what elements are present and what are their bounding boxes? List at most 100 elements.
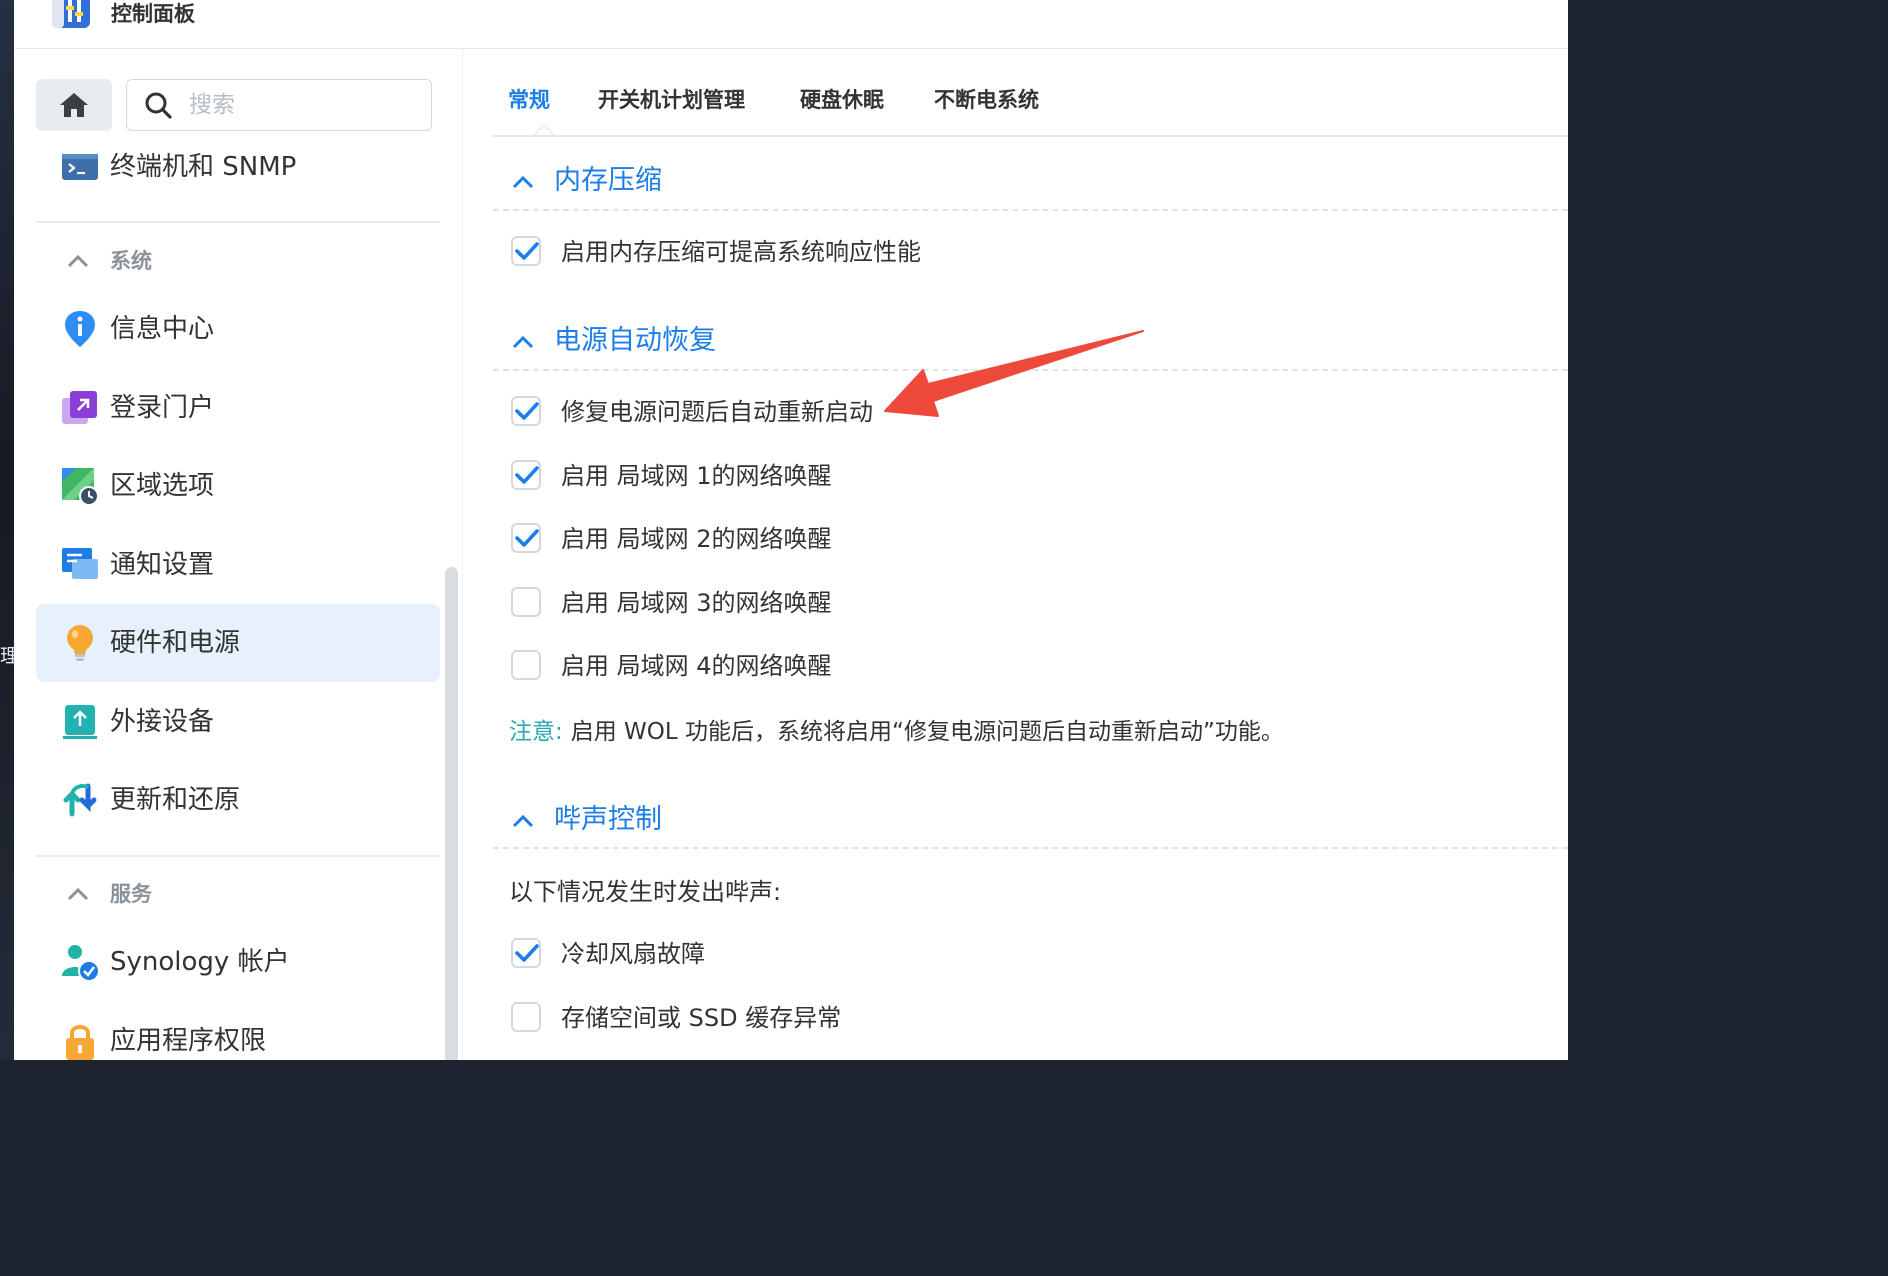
sidebar-scrollbar[interactable] — [445, 567, 458, 1060]
checkbox-checked[interactable] — [511, 396, 541, 426]
option-label: 存储空间或 SSD 缓存异常 — [561, 1004, 842, 1032]
sidebar-divider — [36, 855, 440, 857]
sidebar-item-notification[interactable]: 通知设置 — [36, 526, 440, 604]
option-wol-lan1[interactable]: 启用 局域网 1的网络唤醒 — [509, 457, 1409, 497]
sidebar-item-label: 外接设备 — [110, 707, 215, 737]
sidebar-item-hardware-power[interactable]: 硬件和电源 — [36, 604, 440, 682]
sidebar-item-info-center[interactable]: 信息中心 — [36, 290, 440, 368]
section-label: 系统 — [110, 249, 152, 273]
tab-general[interactable]: 常规 — [508, 85, 550, 115]
control-panel-icon — [52, 0, 90, 28]
sidebar-item-regional-options[interactable]: 区域选项 — [36, 447, 440, 525]
sidebar-item-external-devices[interactable]: 外接设备 — [36, 683, 440, 761]
option-label: 启用 局域网 4的网络唤醒 — [561, 652, 832, 680]
group-separator — [493, 847, 1568, 849]
group-header-beep-control[interactable]: 哔声控制 — [493, 798, 1568, 842]
synology-account-icon — [62, 945, 100, 982]
search-icon — [145, 92, 172, 119]
screen: 理 控制面板 搜索 终端机和 SNMP 系统 信息中心 登录门户 区域选项 通知… — [0, 0, 1568, 1060]
checkbox-checked[interactable] — [511, 460, 541, 490]
search-input[interactable] — [187, 88, 421, 122]
section-header-system[interactable]: 系统 — [36, 239, 440, 283]
sidebar-item-label: 信息中心 — [110, 314, 215, 344]
section-header-services[interactable]: 服务 — [36, 872, 440, 916]
chevron-up-icon — [512, 175, 534, 189]
option-label: 启用内存压缩可提高系统响应性能 — [561, 238, 921, 266]
beep-intro-text: 以下情况发生时发出哔声: — [509, 878, 782, 906]
sidebar-item-app-privileges[interactable]: 应用程序权限 — [36, 1002, 440, 1060]
chevron-up-icon — [512, 814, 534, 828]
checkbox-checked[interactable] — [511, 938, 541, 968]
wol-note: 注意: 启用 WOL 功能后，系统将启用“修复电源问题后自动重新启动”功能。 — [509, 713, 1284, 751]
sidebar-item-synology-account[interactable]: Synology 帐户 — [36, 923, 440, 1001]
option-fan-failure[interactable]: 冷却风扇故障 — [509, 935, 1409, 975]
tab-hdd-hibernation[interactable]: 硬盘休眠 — [800, 85, 884, 115]
sidebar-item-terminal-snmp[interactable]: 终端机和 SNMP — [36, 128, 440, 206]
sidebar-item-label: 登录门户 — [110, 393, 215, 423]
notification-icon — [62, 548, 98, 579]
chevron-up-icon — [67, 254, 89, 268]
sidebar-item-label: 硬件和电源 — [110, 628, 241, 658]
active-tab-indicator — [533, 124, 555, 135]
sidebar-item-login-portal[interactable]: 登录门户 — [36, 369, 440, 447]
option-wol-lan3[interactable]: 启用 局域网 3的网络唤醒 — [509, 584, 1409, 624]
checkmark-icon — [515, 944, 539, 962]
home-icon — [60, 93, 88, 117]
group-title: 哔声控制 — [554, 804, 662, 835]
external-devices-icon — [63, 705, 97, 739]
checkbox-checked[interactable] — [511, 236, 541, 266]
checkbox-unchecked[interactable] — [511, 650, 541, 680]
checkbox-unchecked[interactable] — [511, 587, 541, 617]
note-label: 注意: — [509, 719, 563, 745]
option-wol-lan2[interactable]: 启用 局域网 2的网络唤醒 — [509, 520, 1409, 560]
sidebar-item-label: 更新和还原 — [110, 785, 241, 815]
lightbulb-icon — [67, 625, 93, 661]
checkbox-checked[interactable] — [511, 523, 541, 553]
group-separator — [493, 209, 1568, 211]
sidebar-item-label: Synology 帐户 — [110, 947, 290, 977]
checkbox-unchecked[interactable] — [511, 1002, 541, 1032]
option-label: 修复电源问题后自动重新启动 — [561, 398, 873, 426]
tab-ups[interactable]: 不断电系统 — [934, 85, 1039, 115]
option-label: 启用 局域网 3的网络唤醒 — [561, 589, 832, 617]
sidebar-item-label: 终端机和 SNMP — [110, 152, 297, 182]
sidebar-item-label: 应用程序权限 — [110, 1026, 267, 1056]
update-restore-icon — [63, 783, 97, 817]
group-title: 内存压缩 — [554, 165, 662, 196]
lock-icon — [66, 1025, 94, 1060]
window-title: 控制面板 — [111, 2, 195, 26]
home-button[interactable] — [36, 79, 112, 131]
sidebar-divider — [36, 221, 440, 223]
option-label: 冷却风扇故障 — [561, 940, 705, 968]
sidebar-item-update-restore[interactable]: 更新和还原 — [36, 761, 440, 839]
checkmark-icon — [515, 242, 539, 260]
tab-bar: 常规 开关机计划管理 硬盘休眠 不断电系统 — [493, 49, 1568, 137]
checkmark-icon — [515, 402, 539, 420]
group-separator — [493, 369, 1568, 371]
option-label: 启用 局域网 2的网络唤醒 — [561, 525, 832, 553]
sidebar-item-label: 通知设置 — [110, 550, 215, 580]
control-panel-window: 控制面板 搜索 终端机和 SNMP 系统 信息中心 登录门户 区域选项 通知设置… — [14, 0, 1568, 1060]
desktop-background: 理 — [0, 0, 14, 1060]
option-storage-ssd-error[interactable]: 存储空间或 SSD 缓存异常 — [509, 999, 1409, 1039]
terminal-icon — [62, 154, 98, 180]
option-wol-lan4[interactable]: 启用 局域网 4的网络唤醒 — [509, 647, 1409, 687]
regional-options-icon — [62, 468, 99, 506]
option-memory-compression[interactable]: 启用内存压缩可提高系统响应性能 — [509, 233, 1409, 273]
sidebar-item-label: 区域选项 — [110, 471, 215, 501]
checkmark-icon — [515, 529, 539, 547]
login-portal-icon — [62, 391, 97, 424]
search-box[interactable] — [126, 79, 432, 131]
checkmark-icon — [515, 466, 539, 484]
group-header-power-recovery[interactable]: 电源自动恢复 — [493, 319, 1568, 363]
option-label: 启用 局域网 1的网络唤醒 — [561, 462, 832, 490]
tab-power-schedule[interactable]: 开关机计划管理 — [598, 85, 745, 115]
group-header-memory-compression[interactable]: 内存压缩 — [493, 159, 1568, 203]
note-text: 启用 WOL 功能后，系统将启用“修复电源问题后自动重新启动”功能。 — [570, 719, 1284, 745]
desktop-edge-text: 理 — [0, 645, 14, 667]
group-title: 电源自动恢复 — [554, 325, 716, 356]
option-auto-restart[interactable]: 修复电源问题后自动重新启动 — [509, 393, 1409, 433]
chevron-up-icon — [512, 335, 534, 349]
sidebar: 终端机和 SNMP 系统 信息中心 — [14, 49, 463, 1060]
section-label: 服务 — [110, 882, 152, 906]
